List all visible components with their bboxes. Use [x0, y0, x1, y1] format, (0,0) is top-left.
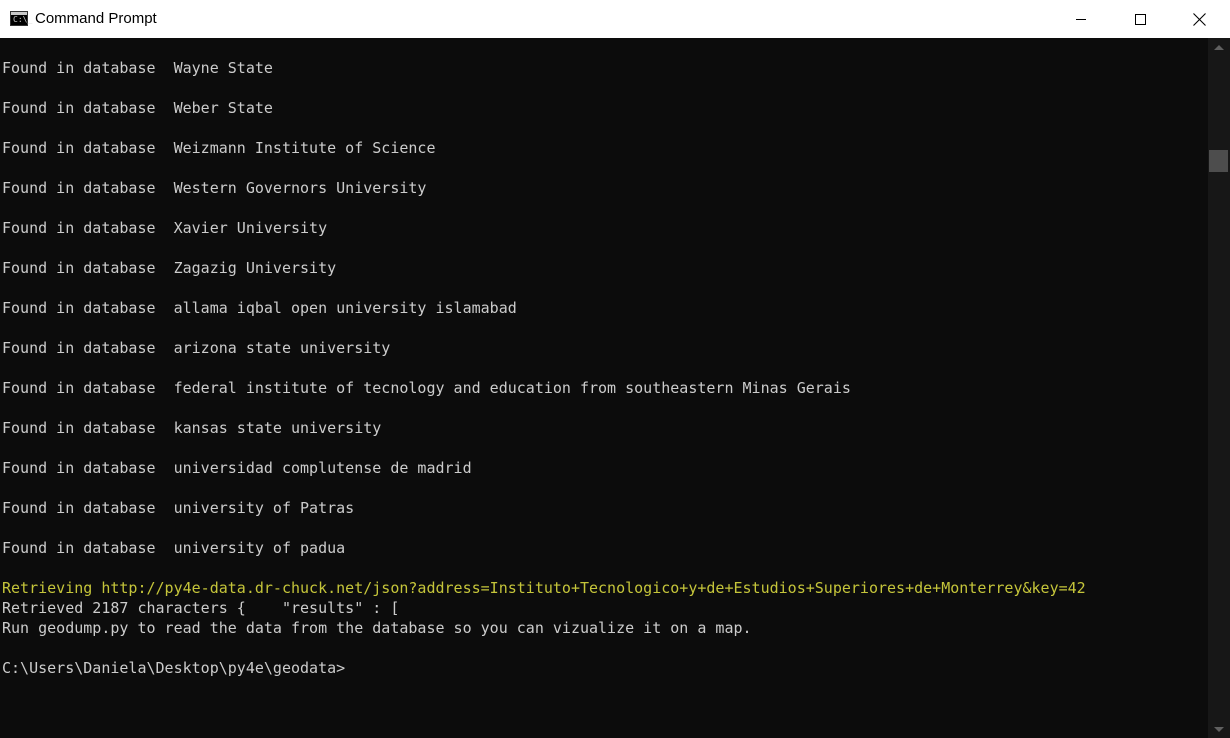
arrow-down-icon	[1214, 726, 1224, 732]
run-message-line: Run geodump.py to read the data from the…	[2, 619, 752, 637]
console-line: Found in database federal institute of t…	[2, 379, 851, 397]
close-icon	[1192, 12, 1206, 26]
retrieving-line: Retrieving http://py4e-data.dr-chuck.net…	[2, 579, 1086, 597]
console-line: Found in database Weizmann Institute of …	[2, 139, 436, 157]
scroll-up-button[interactable]	[1208, 38, 1230, 56]
console-line: Found in database arizona state universi…	[2, 339, 391, 357]
cmd-icon[interactable]: C:\_	[10, 11, 32, 26]
window-title: Command Prompt	[35, 10, 157, 27]
command-prompt-window: C:\_ Command Prompt Found in database Wa…	[0, 0, 1230, 738]
console-line: Found in database kansas state universit…	[2, 419, 382, 437]
maximize-icon	[1134, 13, 1146, 25]
console-line: Found in database Xavier University	[2, 219, 328, 237]
title-bar[interactable]: C:\_ Command Prompt	[0, 0, 1230, 38]
cmd-icon-label: C:\_	[13, 15, 33, 24]
minimize-icon	[1076, 18, 1086, 20]
console-line: Found in database university of padua	[2, 539, 346, 557]
vertical-scrollbar[interactable]	[1208, 38, 1230, 738]
maximize-button[interactable]	[1110, 0, 1170, 38]
command-prompt-line[interactable]: C:\Users\Daniela\Desktop\py4e\geodata>	[2, 658, 345, 678]
scrollbar-thumb[interactable]	[1209, 150, 1228, 172]
console-line: Found in database Zagazig University	[2, 259, 337, 277]
minimize-button[interactable]	[1051, 0, 1111, 38]
arrow-up-icon	[1214, 44, 1224, 50]
close-button[interactable]	[1169, 0, 1229, 38]
retrieved-line: Retrieved 2187 characters { "results" : …	[2, 599, 400, 617]
console-line: Found in database Western Governors Univ…	[2, 179, 427, 197]
console-output[interactable]: Found in database Wayne State Found in d…	[0, 38, 1208, 738]
console-line: Found in database Wayne State	[2, 59, 273, 77]
console-line: Found in database Weber State	[2, 99, 273, 117]
scroll-down-button[interactable]	[1208, 720, 1230, 738]
console-line: Found in database university of Patras	[2, 499, 355, 517]
console-line: Found in database universidad complutens…	[2, 459, 472, 477]
console-line: Found in database allama iqbal open univ…	[2, 299, 517, 317]
